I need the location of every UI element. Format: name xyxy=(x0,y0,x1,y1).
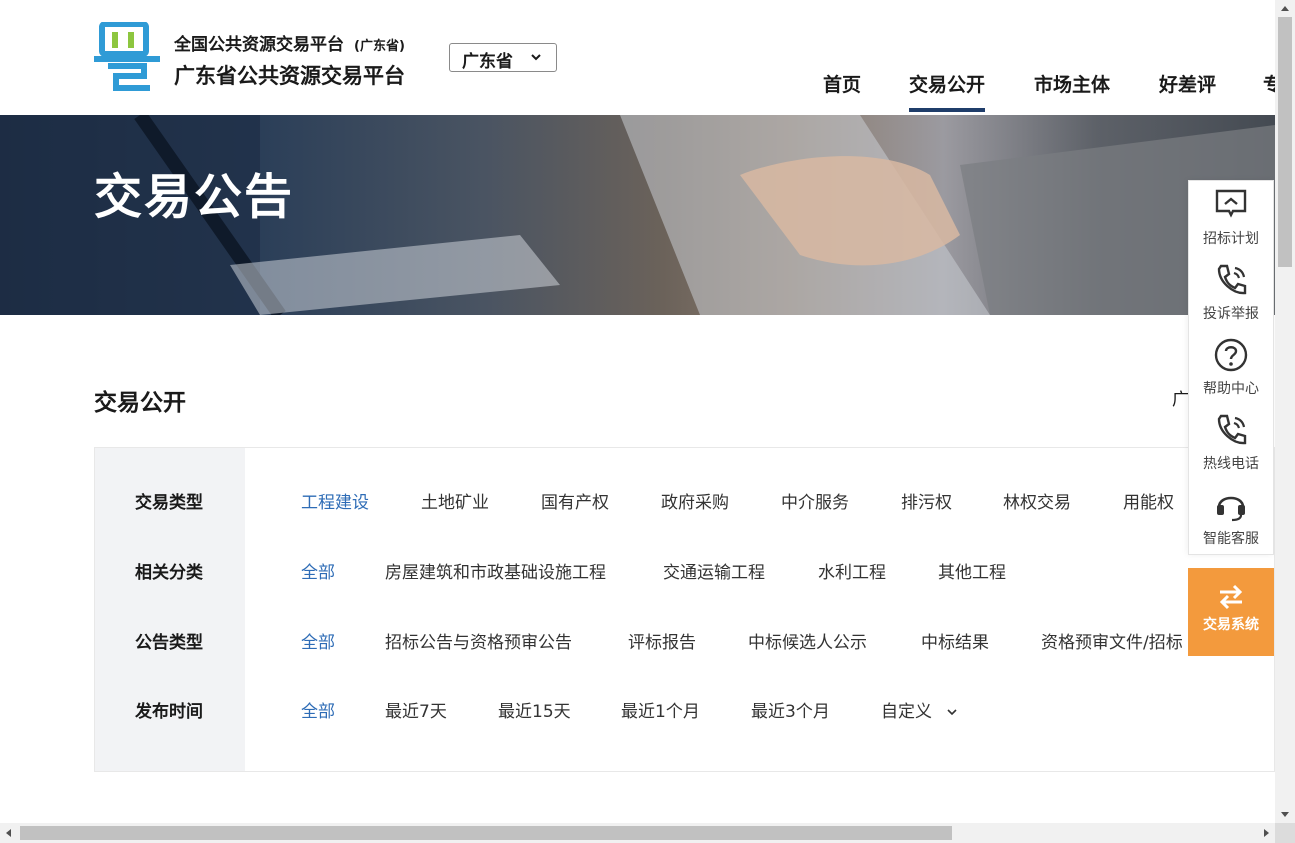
filter-option[interactable]: 排污权 xyxy=(901,488,952,513)
scroll-right-arrow-icon[interactable] xyxy=(1258,823,1275,843)
filter-label-notice-type: 公告类型 xyxy=(135,633,203,653)
side-item-smart-service[interactable]: 智能客服 xyxy=(1189,481,1273,556)
side-toolbar: 招标计划 投诉举报 帮助中心 热线电话 智能客服 xyxy=(1188,180,1274,555)
swap-arrows-icon xyxy=(1219,584,1243,610)
filter-option[interactable]: 土地矿业 xyxy=(421,488,489,513)
side-item-help[interactable]: 帮助中心 xyxy=(1189,331,1273,406)
filter-option[interactable]: 全部 xyxy=(301,628,335,653)
filter-option[interactable]: 资格预审文件/招标 xyxy=(1041,628,1183,653)
headset-icon xyxy=(1217,496,1245,522)
filter-option[interactable]: 全部 xyxy=(301,558,335,583)
side-item-label: 帮助中心 xyxy=(1203,381,1259,397)
vertical-scrollbar[interactable] xyxy=(1275,0,1295,823)
province-sub-text: (广东省) xyxy=(354,39,405,54)
trade-system-button[interactable]: 交易系统 xyxy=(1188,568,1274,656)
side-item-complaint[interactable]: 投诉举报 xyxy=(1189,256,1273,331)
side-item-bid-plan[interactable]: 招标计划 xyxy=(1189,181,1273,256)
help-icon xyxy=(1214,338,1248,372)
filter-option[interactable]: 房屋建筑和市政基础设施工程 xyxy=(385,558,606,583)
horizontal-scrollbar[interactable] xyxy=(0,823,1275,843)
section-right-text: 广 xyxy=(1172,390,1189,410)
filter-label-category: 相关分类 xyxy=(135,563,203,583)
side-item-hotline[interactable]: 热线电话 xyxy=(1189,406,1273,481)
filter-option[interactable]: 最近7天 xyxy=(385,697,447,722)
custom-date-dropdown[interactable]: 自定义 xyxy=(881,697,959,722)
filter-option[interactable]: 中介服务 xyxy=(781,488,849,513)
side-item-label: 智能客服 xyxy=(1203,531,1259,547)
filter-option[interactable]: 全部 xyxy=(301,697,335,722)
side-item-label: 热线电话 xyxy=(1203,456,1259,472)
horizontal-scroll-thumb[interactable] xyxy=(20,826,952,840)
chevron-down-icon xyxy=(947,709,957,716)
region-select[interactable]: 广东省 xyxy=(449,43,557,72)
filter-option[interactable]: 最近3个月 xyxy=(751,697,830,722)
filter-option[interactable]: 用能权 xyxy=(1123,488,1174,513)
nav-trade-public[interactable]: 交易公开 xyxy=(909,70,986,112)
side-item-label: 招标计划 xyxy=(1203,231,1259,247)
filter-label-publish-time: 发布时间 xyxy=(135,702,203,722)
message-board-icon xyxy=(1215,189,1247,218)
vertical-scroll-thumb[interactable] xyxy=(1278,17,1292,267)
page: 全国公共资源交易平台 (广东省) 广东省公共资源交易平台 广东省 首页 交易公开 … xyxy=(0,0,1295,843)
filter-option[interactable]: 政府采购 xyxy=(661,488,729,513)
nav-home[interactable]: 首页 xyxy=(823,70,861,97)
platform-title: 广东省公共资源交易平台 xyxy=(174,64,405,88)
section-title: 交易公开 xyxy=(94,390,186,416)
filter-label-trade-type: 交易类型 xyxy=(135,493,203,513)
filter-option[interactable]: 其他工程 xyxy=(938,558,1006,583)
platform-national-title: 全国公共资源交易平台 (广东省) xyxy=(174,30,405,55)
nav-rating[interactable]: 好差评 xyxy=(1159,70,1216,97)
filter-option[interactable]: 交通运输工程 xyxy=(663,558,765,583)
phone-call-icon xyxy=(1217,414,1247,445)
scroll-left-arrow-icon[interactable] xyxy=(0,823,17,843)
scrollbar-corner xyxy=(1275,823,1295,843)
filter-option[interactable]: 评标报告 xyxy=(628,628,696,653)
filter-option[interactable]: 中标候选人公示 xyxy=(748,628,867,653)
filter-option[interactable]: 招标公告与资格预审公告 xyxy=(385,628,572,653)
side-item-label: 投诉举报 xyxy=(1203,306,1259,322)
custom-date-label: 自定义 xyxy=(881,702,932,722)
trade-system-label: 交易系统 xyxy=(1203,617,1259,633)
filter-option[interactable]: 中标结果 xyxy=(921,628,989,653)
filter-option[interactable]: 国有产权 xyxy=(541,488,609,513)
filter-option[interactable]: 工程建设 xyxy=(301,488,369,513)
filter-option[interactable]: 最近1个月 xyxy=(621,697,700,722)
guangdong-logo[interactable] xyxy=(94,22,160,92)
site-header: 全国公共资源交易平台 (广东省) 广东省公共资源交易平台 广东省 首页 交易公开 … xyxy=(0,0,1282,115)
hero-banner: 交易公告 xyxy=(0,115,1275,315)
filter-option[interactable]: 林权交易 xyxy=(1003,488,1071,513)
filter-option[interactable]: 最近15天 xyxy=(498,697,571,722)
filter-panel: 交易类型 工程建设 土地矿业 国有产权 政府采购 中介服务 排污权 林权交易 用… xyxy=(94,447,1275,772)
scroll-down-arrow-icon[interactable] xyxy=(1275,806,1295,823)
national-title-text: 全国公共资源交易平台 xyxy=(174,35,344,55)
phone-call-icon xyxy=(1217,264,1247,295)
filter-option[interactable]: 水利工程 xyxy=(818,558,886,583)
scroll-up-arrow-icon[interactable] xyxy=(1275,0,1295,17)
chevron-down-icon xyxy=(531,54,541,61)
nav-market-entity[interactable]: 市场主体 xyxy=(1034,70,1110,97)
region-select-value: 广东省 xyxy=(462,52,513,72)
banner-title: 交易公告 xyxy=(94,169,295,225)
